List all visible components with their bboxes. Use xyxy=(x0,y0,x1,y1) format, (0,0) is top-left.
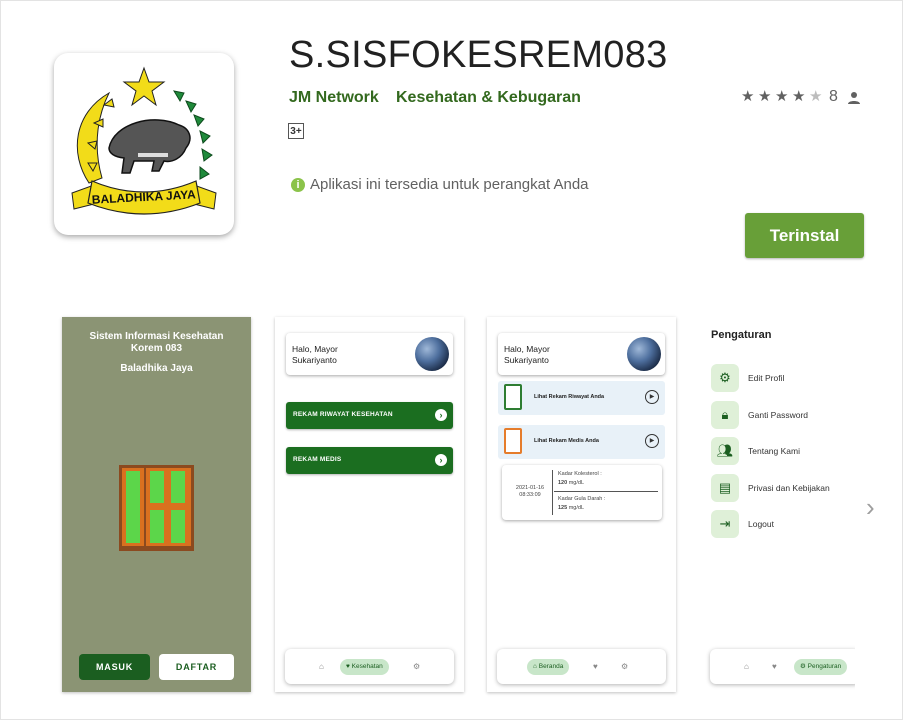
settings-item-label: Edit Profil xyxy=(748,373,785,383)
riwayat-row[interactable]: Lihat Rekam Riwayat Anda ▶ xyxy=(498,381,665,415)
gear-icon[interactable]: ⚙ xyxy=(621,662,628,671)
heart-icon[interactable]: ♥ xyxy=(772,662,777,671)
nav-active-label: Beranda xyxy=(538,663,564,670)
screenshot-2[interactable]: Halo, Mayor Sukariyanto REKAM RIWAYAT KE… xyxy=(275,317,464,692)
content-rating-badge: 3+ xyxy=(288,123,304,139)
greeting-line2: Sukariyanto xyxy=(504,355,549,365)
splash-title: Sistem Informasi Kesehatan Korem 083 xyxy=(62,331,251,355)
daftar-button[interactable]: DAFTAR xyxy=(159,654,234,680)
lab-datetime: 2021-01-16 08:33:09 xyxy=(510,485,550,499)
document-icon: ▤ xyxy=(711,474,739,502)
gula-number: 125 xyxy=(558,505,568,511)
installed-button[interactable]: Terinstal xyxy=(745,213,864,258)
star-icon: ★ xyxy=(792,88,806,105)
rating-count: 8 xyxy=(829,88,838,105)
rekam-medis-label: REKAM MEDIS xyxy=(293,456,342,463)
settings-item-privasi[interactable]: ▤ Privasi dan Kebijakan xyxy=(711,474,855,504)
nav-active-label: Pengaturan xyxy=(807,663,842,670)
splash-title-line2: Korem 083 xyxy=(130,343,183,354)
home-icon[interactable]: ⌂ xyxy=(744,662,749,671)
rekam-riwayat-label: REKAM RIWAYAT KESEHATAN xyxy=(293,411,393,418)
bottom-nav: ⌂ Beranda ♥ ⚙ xyxy=(497,649,666,684)
chevron-right-icon: › xyxy=(435,409,447,421)
settings-item-label: Tentang Kami xyxy=(748,446,800,456)
app-icon: BALADHIKA JAYA xyxy=(54,53,234,235)
logout-icon: ⇥ xyxy=(711,510,739,538)
greeting-line1: Halo, Mayor xyxy=(292,344,338,354)
kolesterol-number: 120 xyxy=(558,480,568,486)
bottom-nav: ⌂ ♥ Kesehatan ⚙ xyxy=(285,649,454,684)
availability-note: i Aplikasi ini tersedia untuk perangkat … xyxy=(291,176,589,193)
greeting-text: Halo, Mayor Sukariyanto xyxy=(504,344,550,366)
rekam-riwayat-button[interactable]: REKAM RIWAYAT KESEHATAN › xyxy=(286,402,453,429)
lab-date: 2021-01-16 xyxy=(515,485,545,491)
greeting-card: Halo, Mayor Sukariyanto xyxy=(498,333,665,375)
door-illustration xyxy=(119,465,194,551)
screenshot-3[interactable]: Halo, Mayor Sukariyanto Lihat Rekam Riwa… xyxy=(487,317,676,692)
star-icon: ★ xyxy=(758,88,772,105)
chevron-right-icon: › xyxy=(435,454,447,466)
splash-title-line1: Sistem Informasi Kesehatan xyxy=(89,331,224,342)
lock-icon: 🔒︎ xyxy=(711,401,739,429)
medis-label: Lihat Rekam Medis Anda xyxy=(534,438,599,444)
greeting-line1: Halo, Mayor xyxy=(504,344,550,354)
nav-kesehatan-active[interactable]: ♥ Kesehatan xyxy=(340,659,389,675)
splash-subtitle: Baladhika Jaya xyxy=(120,363,193,374)
lab-time: 08:33:09 xyxy=(519,492,541,498)
gula-unit: mg/dL xyxy=(568,505,585,511)
app-title: S.SISFOKESREM083 xyxy=(289,34,668,76)
gear-icon: ⚙ xyxy=(711,364,739,392)
screenshot-1[interactable]: Sistem Informasi Kesehatan Korem 083 Bal… xyxy=(62,317,251,692)
play-icon: ▶ xyxy=(645,390,659,404)
rekam-medis-button[interactable]: REKAM MEDIS › xyxy=(286,447,453,474)
nav-pengaturan-active[interactable]: ⚙ Pengaturan xyxy=(794,659,848,675)
clipboard-icon xyxy=(504,384,522,410)
kolesterol-value: 120 mg/dL xyxy=(558,479,584,487)
half-star-icon: ★ xyxy=(809,88,823,105)
greeting-text: Halo, Mayor Sukariyanto xyxy=(292,344,338,366)
settings-item-label: Logout xyxy=(748,519,774,529)
kolesterol-label: Kadar Kolesterol : xyxy=(558,471,602,477)
gula-value: 125 mg/dL xyxy=(558,504,584,512)
category-link[interactable]: Kesehatan & Kebugaran xyxy=(396,89,581,107)
availability-text: Aplikasi ini tersedia untuk perangkat An… xyxy=(310,176,589,193)
kolesterol-unit: mg/dL xyxy=(568,480,585,486)
divider xyxy=(554,491,658,492)
settings-item-logout[interactable]: ⇥ Logout xyxy=(711,510,855,540)
rating-stars: ★ ★ ★ ★ ★ xyxy=(741,89,824,105)
gula-label: Kadar Gula Darah : xyxy=(558,496,606,502)
masuk-button[interactable]: MASUK xyxy=(79,654,150,680)
star-icon: ★ xyxy=(775,88,789,105)
nav-beranda-active[interactable]: ⌂ Beranda xyxy=(527,659,570,675)
heart-icon[interactable]: ♥ xyxy=(593,662,598,671)
settings-item-ganti-password[interactable]: 🔒︎ Ganti Password xyxy=(711,401,855,431)
star-icon: ★ xyxy=(741,88,755,105)
bottom-nav: ⌂ ♥ ⚙ Pengaturan xyxy=(710,649,855,684)
developer-link[interactable]: JM Network xyxy=(289,89,379,107)
settings-item-label: Privasi dan Kebijakan xyxy=(748,483,830,493)
riwayat-label: Lihat Rekam Riwayat Anda xyxy=(534,394,605,400)
medis-row[interactable]: Lihat Rekam Medis Anda ▶ xyxy=(498,425,665,459)
divider xyxy=(552,470,553,515)
greeting-line2: Sukariyanto xyxy=(292,355,337,365)
person-icon xyxy=(848,92,860,104)
settings-item-tentang-kami[interactable]: 👥︎ Tentang Kami xyxy=(711,437,855,467)
nav-active-label: Kesehatan xyxy=(351,663,383,670)
home-icon[interactable]: ⌂ xyxy=(319,662,324,671)
settings-item-label: Ganti Password xyxy=(748,410,808,420)
gear-icon[interactable]: ⚙ xyxy=(413,662,420,671)
avatar xyxy=(627,337,661,371)
play-icon: ▶ xyxy=(645,434,659,448)
screenshot-4[interactable]: Pengaturan ⚙ Edit Profil 🔒︎ Ganti Passwo… xyxy=(700,317,855,692)
lab-result-card: 2021-01-16 08:33:09 Kadar Kolesterol : 1… xyxy=(502,465,662,520)
clipboard-icon xyxy=(504,428,522,454)
avatar xyxy=(415,337,449,371)
info-icon: i xyxy=(291,177,305,192)
chevron-right-icon[interactable]: › xyxy=(866,492,875,523)
users-icon: 👥︎ xyxy=(711,437,739,465)
greeting-card: Halo, Mayor Sukariyanto xyxy=(286,333,453,375)
settings-title: Pengaturan xyxy=(711,329,772,341)
settings-item-edit-profil[interactable]: ⚙ Edit Profil xyxy=(711,364,855,394)
